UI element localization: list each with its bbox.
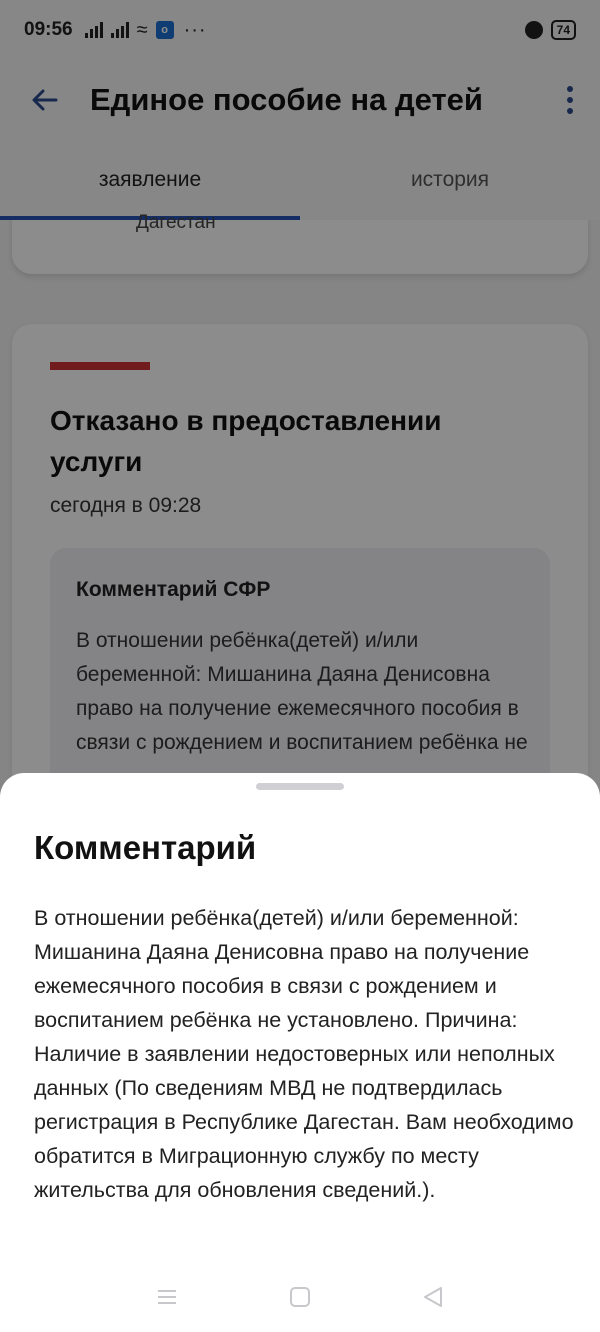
nav-home-button[interactable] bbox=[280, 1277, 320, 1317]
nav-menu-button[interactable] bbox=[147, 1277, 187, 1317]
square-icon bbox=[289, 1287, 310, 1307]
sheet-title: Комментарий bbox=[34, 829, 257, 866]
menu-icon bbox=[157, 1290, 176, 1304]
system-nav-bar bbox=[0, 1262, 600, 1332]
sheet-drag-handle[interactable] bbox=[256, 783, 344, 790]
sheet-comment-text: В отношении ребёнка(детей) и/или беремен… bbox=[34, 906, 574, 1202]
nav-back-button[interactable] bbox=[413, 1277, 453, 1317]
triangle-back-icon bbox=[424, 1287, 443, 1307]
comment-bottom-sheet: Комментарий В отношении ребёнка(детей) и… bbox=[0, 773, 600, 1332]
